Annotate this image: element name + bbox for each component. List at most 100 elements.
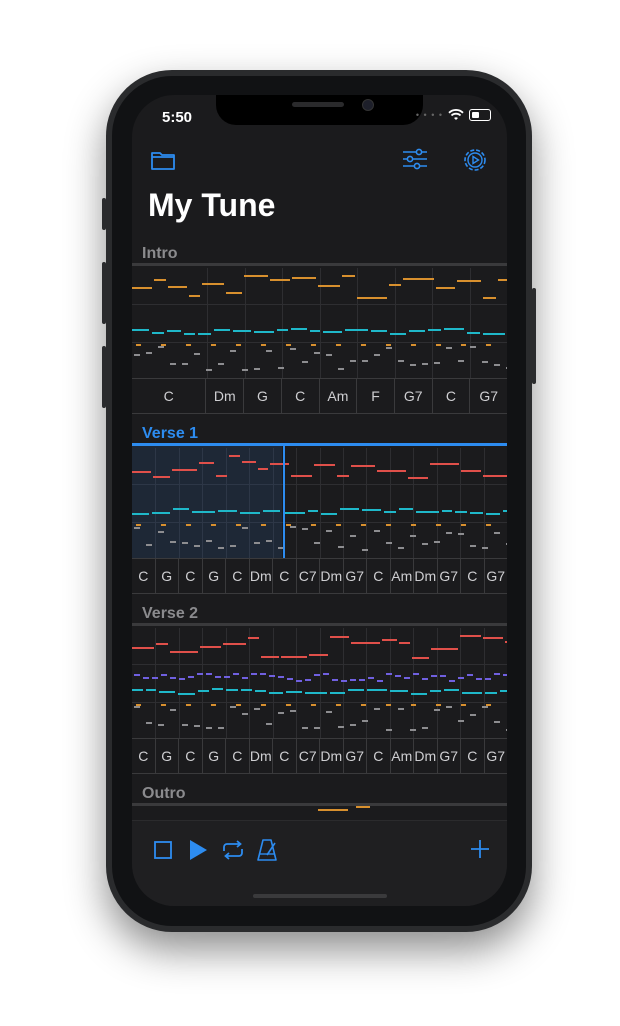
chord-cell[interactable]: F: [357, 379, 395, 413]
rhythm-note: [398, 360, 404, 362]
chord-cell[interactable]: Am: [320, 379, 358, 413]
chord-cell[interactable]: G7: [344, 739, 367, 773]
accent-note: [436, 344, 441, 346]
rhythm-note: [158, 531, 164, 533]
chord-cell[interactable]: G7: [485, 739, 508, 773]
chord-cell[interactable]: Am: [391, 559, 414, 593]
chord-cell[interactable]: Dm: [414, 739, 438, 773]
chord-cell[interactable]: Dm: [206, 379, 245, 413]
section-header-line: [132, 803, 507, 806]
sliders-icon[interactable]: [402, 147, 428, 176]
chord-cell[interactable]: C: [179, 739, 203, 773]
chord-cell[interactable]: Dm: [320, 739, 344, 773]
chord-cell[interactable]: C: [226, 739, 250, 773]
chord-cell[interactable]: C: [226, 559, 250, 593]
rhythm-note: [458, 533, 464, 535]
chord-cell[interactable]: C7: [297, 739, 320, 773]
chord-cell[interactable]: G7: [395, 379, 433, 413]
metronome-icon[interactable]: [254, 837, 280, 868]
gear-icon[interactable]: [462, 147, 488, 178]
volume-up-button: [102, 262, 106, 324]
chord-cell[interactable]: G: [156, 559, 179, 593]
chord-cell[interactable]: C: [433, 379, 471, 413]
section-label[interactable]: Verse 2: [142, 605, 198, 623]
melody-note: [226, 292, 242, 294]
chord-cell[interactable]: G7: [470, 379, 507, 413]
chord-cell[interactable]: C: [461, 559, 485, 593]
accent-note: [436, 704, 441, 706]
chord-cell[interactable]: C: [367, 559, 391, 593]
accent-note: [486, 704, 491, 706]
chord-cell[interactable]: Dm: [250, 739, 273, 773]
bass-note: [254, 331, 274, 333]
chord-cell[interactable]: Dm: [250, 559, 273, 593]
bass-note: [444, 328, 464, 330]
bass-note: [348, 689, 364, 691]
rhythm-note: [170, 709, 176, 711]
harmony-note: [287, 678, 293, 680]
melody-note: [483, 297, 496, 299]
rhythm-note: [254, 708, 260, 710]
section-label[interactable]: Verse 1: [142, 425, 198, 443]
chord-cell[interactable]: C: [132, 739, 156, 773]
accent-note: [186, 344, 191, 346]
bass-note: [286, 691, 302, 693]
chord-cell[interactable]: C: [461, 739, 485, 773]
rhythm-note: [218, 363, 224, 365]
chord-cell[interactable]: C: [282, 379, 320, 413]
chord-cell[interactable]: C: [367, 739, 391, 773]
harmony-note: [404, 677, 410, 679]
chord-cell[interactable]: Dm: [320, 559, 344, 593]
rhythm-note: [362, 549, 368, 551]
accent-note: [361, 344, 366, 346]
stop-icon[interactable]: [152, 839, 174, 866]
transport-toolbar: [132, 820, 507, 906]
harmony-note: [251, 673, 257, 675]
chord-cell[interactable]: G: [203, 559, 226, 593]
harmony-note: [170, 677, 176, 679]
rhythm-note: [314, 542, 320, 544]
section-label[interactable]: Outro: [142, 785, 186, 803]
chord-cell[interactable]: G7: [485, 559, 508, 593]
bass-note: [132, 513, 149, 515]
section-0[interactable]: Intro C Dm G C Am F G7 C G7: [132, 243, 507, 423]
melody-note: [172, 469, 197, 471]
chord-cell[interactable]: C: [179, 559, 203, 593]
rhythm-note: [398, 708, 404, 710]
chord-cell[interactable]: G7: [438, 559, 461, 593]
chord-cell[interactable]: G: [156, 739, 179, 773]
melody-note: [461, 470, 481, 472]
section-1[interactable]: Verse 1 C G C G C Dm C C7 Dm G7 C Am Dm G7 C G7: [132, 423, 507, 603]
chord-cell[interactable]: C: [273, 739, 297, 773]
chord-cell[interactable]: G: [203, 739, 226, 773]
melody-note: [258, 468, 268, 470]
loop-icon[interactable]: [220, 837, 246, 868]
chord-cell[interactable]: C: [132, 559, 156, 593]
chord-cell[interactable]: Dm: [414, 559, 438, 593]
chord-cell[interactable]: G: [244, 379, 282, 413]
play-icon[interactable]: [186, 837, 210, 868]
plus-icon[interactable]: [468, 837, 492, 866]
accent-note: [186, 524, 191, 526]
chord-cell[interactable]: G7: [344, 559, 367, 593]
section-label[interactable]: Intro: [142, 245, 178, 263]
section-header-line: [132, 623, 507, 626]
bass-note: [240, 512, 260, 514]
bar-divider: [272, 628, 274, 738]
chord-cell[interactable]: C: [132, 379, 207, 413]
rhythm-note: [398, 547, 404, 549]
rhythm-note: [326, 354, 332, 356]
chord-cell[interactable]: Am: [391, 739, 414, 773]
rhythm-note: [506, 367, 507, 369]
harmony-note: [368, 677, 374, 679]
rhythm-note: [230, 350, 236, 352]
chord-cell[interactable]: G7: [438, 739, 461, 773]
folder-icon[interactable]: [150, 149, 176, 176]
section-2[interactable]: Verse 2 C G C G C Dm C C7 Dm G7 C Am Dm G7 C G7: [132, 603, 507, 783]
bar-divider: [357, 268, 358, 378]
melody-note: [483, 475, 507, 477]
rhythm-note: [266, 350, 272, 352]
harmony-note: [143, 677, 149, 679]
chord-cell[interactable]: C: [273, 559, 297, 593]
chord-cell[interactable]: C7: [297, 559, 320, 593]
